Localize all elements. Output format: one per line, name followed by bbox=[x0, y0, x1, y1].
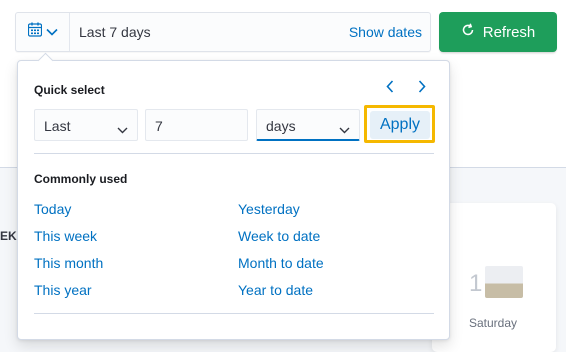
date-range-label[interactable]: Last 7 days bbox=[79, 24, 151, 40]
direction-select[interactable]: Last bbox=[34, 109, 138, 141]
commonly-used-this-week[interactable]: This week bbox=[34, 228, 97, 244]
calendar-icon bbox=[27, 22, 42, 42]
quick-select-title: Quick select bbox=[34, 83, 105, 97]
commonly-used-week-to-date[interactable]: Week to date bbox=[238, 228, 320, 244]
popover-bottom-divider bbox=[34, 313, 434, 314]
chevron-down-icon bbox=[339, 121, 350, 137]
show-dates-link[interactable]: Show dates bbox=[349, 24, 422, 40]
next-button[interactable] bbox=[412, 79, 432, 99]
background-card-image bbox=[485, 266, 523, 298]
commonly-used-today[interactable]: Today bbox=[34, 201, 71, 217]
commonly-used-month-to-date[interactable]: Month to date bbox=[238, 255, 324, 271]
apply-button[interactable]: Apply bbox=[370, 111, 430, 139]
quantity-input[interactable]: 7 bbox=[145, 109, 248, 141]
background-card-day: Saturday bbox=[469, 316, 518, 330]
refresh-icon bbox=[461, 23, 475, 41]
previous-button[interactable] bbox=[380, 79, 400, 99]
direction-value: Last bbox=[44, 118, 71, 134]
refresh-label: Refresh bbox=[482, 23, 536, 41]
commonly-used-this-year[interactable]: This year bbox=[34, 282, 92, 298]
quantity-value: 7 bbox=[155, 118, 163, 134]
date-picker: Last 7 days Show dates bbox=[15, 12, 431, 52]
commonly-used-this-month[interactable]: This month bbox=[34, 255, 103, 271]
chevron-down-icon bbox=[117, 121, 128, 137]
commonly-used-yesterday[interactable]: Yesterday bbox=[238, 201, 300, 217]
commonly-used-title: Commonly used bbox=[34, 172, 128, 186]
quick-menu-toggle[interactable] bbox=[16, 13, 70, 51]
unit-value: days bbox=[266, 118, 296, 134]
background-card-digit: 1 bbox=[469, 270, 483, 297]
chevron-left-icon bbox=[386, 80, 394, 98]
chevron-down-icon bbox=[45, 23, 58, 41]
background-partial-label: EK bbox=[0, 229, 17, 243]
popover-divider bbox=[34, 153, 434, 154]
chevron-right-icon bbox=[418, 80, 426, 98]
commonly-used-year-to-date[interactable]: Year to date bbox=[238, 282, 313, 298]
quick-select-popover: Quick select Last 7 days Apply Commonly … bbox=[17, 52, 450, 340]
refresh-button[interactable]: Refresh bbox=[439, 12, 557, 52]
unit-select[interactable]: days bbox=[256, 109, 360, 141]
